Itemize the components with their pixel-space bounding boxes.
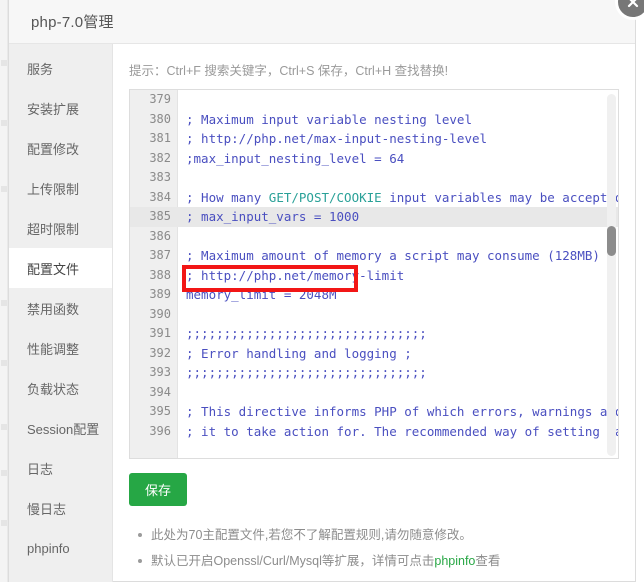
line-number: 391 [149, 326, 171, 340]
code-line[interactable]: 386 [130, 227, 618, 247]
code-line[interactable]: 391;;;;;;;;;;;;;;;;;;;;;;;;;;;;;;;; [130, 324, 618, 344]
sidebar-item-0[interactable]: 服务 [9, 48, 112, 88]
sidebar-item-label: 日志 [27, 461, 54, 477]
sidebar-item-label: 超时限制 [27, 221, 80, 237]
line-text: ; http://php.net/max-input-nesting-level [186, 131, 488, 146]
dialog-body: 服务安装扩展配置修改上传限制超时限制配置文件禁用函数性能调整负载状态 Sessio… [9, 44, 635, 582]
line-text: ; max_input_vars = 1000 [178, 207, 618, 227]
sidebar-item-12[interactable]: phpinfo [9, 528, 112, 568]
sidebar-item-label: 安装扩展 [27, 101, 80, 117]
sidebar-item-11[interactable]: 慢日志 [9, 488, 112, 528]
code-line[interactable]: 395 ; This directive informs PHP of which… [130, 402, 618, 422]
sidebar: 服务安装扩展配置修改上传限制超时限制配置文件禁用函数性能调整负载状态 Sessio… [9, 44, 113, 582]
sidebar-item-label: 配置修改 [27, 141, 80, 157]
sidebar-item-label: 配置文件 [27, 261, 80, 277]
dialog-header: php-7.0管理 [9, 0, 635, 44]
editor-scrollbar-thumb[interactable] [607, 226, 616, 256]
dialog-title: php-7.0管理 [31, 14, 114, 31]
sidebar-item-label: 慢日志 [27, 501, 67, 517]
save-button[interactable]: 保存 [129, 473, 188, 506]
config-file-editor[interactable]: 379 380 ; Maximum input variable nesting l… [129, 89, 619, 459]
code-line[interactable]: 381 ; http://php.net/max-input-nesting-le… [130, 129, 618, 149]
code-line[interactable]: 383 [130, 168, 618, 188]
sidebar-item-9[interactable]: Session配置 [9, 408, 112, 448]
sidebar-item-10[interactable]: 日志 [9, 448, 112, 488]
line-number: 382 [149, 150, 171, 165]
line-text: memory_limit = 2048M [186, 287, 337, 302]
sidebar-item-3[interactable]: 上传限制 [9, 168, 112, 208]
sidebar-item-label: 上传限制 [27, 181, 80, 197]
line-number: 390 [149, 306, 171, 321]
note-text: 默认已开启Openssl/Curl/Mysql等扩展，详情可点击 [151, 554, 435, 568]
line-number: 396 [149, 423, 171, 438]
sidebar-item-4[interactable]: 超时限制 [9, 208, 112, 248]
code-line[interactable]: 387 ; Maximum amount of memory a script m… [130, 246, 618, 266]
code-line[interactable]: 392 ; Error handling and logging ; [130, 344, 618, 364]
line-number: 394 [149, 384, 171, 399]
line-text: ; This directive informs PHP of which er… [186, 404, 618, 419]
line-number: 392 [149, 345, 171, 360]
line-number: 379 [149, 92, 171, 106]
line-text: ;;;;;;;;;;;;;;;;;;;;;;;;;;;;;;;; [186, 365, 427, 380]
sidebar-item-1[interactable]: 安装扩展 [9, 88, 112, 128]
main-content: 提示：Ctrl+F 搜索关键字，Ctrl+S 保存，Ctrl+H 查找替换! 3… [113, 44, 635, 582]
line-number: 387 [149, 248, 171, 262]
line-number: 395 [149, 404, 171, 418]
code-line[interactable]: 385; max_input_vars = 1000 [130, 207, 618, 227]
line-text: ; it to take action for. The recommended… [186, 423, 618, 439]
sidebar-item-label: 负载状态 [27, 381, 80, 397]
line-text: ; http://php.net/memory-limit [186, 267, 405, 283]
code-keyword: GET/POST/COOKIE [268, 189, 382, 205]
sidebar-item-5[interactable]: 配置文件 [9, 248, 112, 288]
code-line[interactable]: 384 ; How many GET/POST/COOKIE input vari… [130, 188, 618, 208]
line-text: ; How many GET/POST/COOKIE input variabl… [186, 189, 619, 205]
sidebar-item-label: 服务 [27, 61, 54, 77]
note-item: 默认已开启Openssl/Curl/Mysql等扩展，详情可点击phpinfo查… [138, 548, 635, 574]
sidebar-item-label: 性能调整 [27, 341, 80, 357]
line-number: 384 [149, 189, 171, 204]
line-text: ;max_input_nesting_level = 64 [186, 150, 405, 166]
code-line[interactable]: 380 ; Maximum input variable nesting leve… [130, 110, 618, 130]
editor-scrollbar[interactable] [607, 94, 616, 456]
note-item: 此处为70主配置文件,若您不了解配置规则,请勿随意修改。 [138, 522, 635, 548]
line-number: 388 [149, 267, 171, 282]
line-text: ; Maximum amount of memory a script may … [186, 248, 600, 263]
sidebar-item-label: 禁用函数 [27, 301, 80, 317]
php-manage-dialog: php-7.0管理 服务安装扩展配置修改上传限制超时限制配置文件禁用函数性能调整… [8, 0, 644, 582]
line-text: ;;;;;;;;;;;;;;;;;;;;;;;;;;;;;;;; [186, 326, 427, 341]
line-number: 385 [130, 207, 178, 227]
phpinfo-link[interactable]: phpinfo [434, 554, 475, 568]
note-tail: 查看 [475, 554, 501, 568]
code-line[interactable]: 396 ; it to take action for. The recommen… [130, 422, 618, 442]
line-number: 383 [149, 170, 171, 184]
code-line[interactable]: 388 ; http://php.net/memory-limit [130, 266, 618, 286]
line-number: 386 [149, 228, 171, 243]
sidebar-item-2[interactable]: 配置修改 [9, 128, 112, 168]
code-line[interactable]: 393;;;;;;;;;;;;;;;;;;;;;;;;;;;;;;;; [130, 363, 618, 383]
code-line[interactable]: 379 [130, 90, 618, 110]
line-number: 389 [149, 287, 171, 301]
code-line[interactable]: 390 [130, 305, 618, 325]
code-area[interactable]: 379 380 ; Maximum input variable nesting l… [130, 90, 618, 458]
line-number: 380 [149, 111, 171, 126]
app-root: php-7.0管理 服务安装扩展配置修改上传限制超时限制配置文件禁用函数性能调整… [0, 0, 644, 582]
notes-list: 此处为70主配置文件,若您不了解配置规则,请勿随意修改。 默认已开启Openssl… [129, 522, 635, 574]
shortcut-hint: 提示：Ctrl+F 搜索关键字，Ctrl+S 保存，Ctrl+H 查找替换! [129, 64, 449, 78]
code-line[interactable]: 382 ;max_input_nesting_level = 64 [130, 149, 618, 169]
sidebar-item-6[interactable]: 禁用函数 [9, 288, 112, 328]
line-text: ; Maximum input variable nesting level [186, 111, 472, 127]
sidebar-item-7[interactable]: 性能调整 [9, 328, 112, 368]
sidebar-item-8[interactable]: 负载状态 [9, 368, 112, 408]
line-number: 381 [149, 131, 171, 145]
line-text: ; Error handling and logging ; [186, 345, 412, 361]
sidebar-item-label: Session配置 [27, 421, 100, 437]
note-text: 此处为70主配置文件,若您不了解配置规则,请勿随意修改。 [151, 528, 472, 542]
code-line[interactable]: 389 memory_limit = 2048M [130, 285, 618, 305]
line-number: 393 [149, 365, 171, 379]
sidebar-item-label: phpinfo [27, 540, 70, 556]
background-page-strip [0, 0, 8, 582]
code-line[interactable]: 394 [130, 383, 618, 403]
